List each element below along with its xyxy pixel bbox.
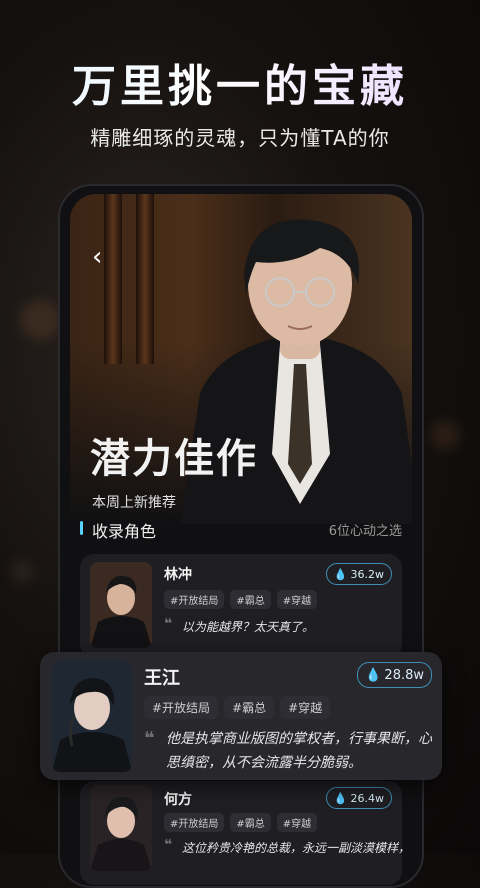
character-quote: 以为能越界？太天真了。: [182, 620, 315, 634]
tag[interactable]: #开放结局: [164, 813, 225, 832]
hero-title: 潜力佳作: [90, 436, 258, 482]
back-button[interactable]: ‹: [92, 244, 102, 270]
tag-list: #开放结局 #霸总 #穿越: [164, 590, 318, 609]
heat-badge: 💧 28.8w: [357, 662, 432, 688]
featured-character-card[interactable]: 王江 💧 28.8w #开放结局 #霸总 #穿越 ❝ 他是执掌商业版图的掌权者，…: [40, 652, 442, 780]
tag[interactable]: #霸总: [230, 590, 271, 609]
bokeh-light: [20, 300, 60, 340]
promo-headline: 万里挑一的宝藏: [0, 50, 480, 114]
character-quote: 这位矜贵冷艳的总裁，永远一副淡漠模样，: [182, 841, 411, 855]
avatar-illustration: [90, 785, 152, 871]
heat-value: 26.4w: [350, 791, 385, 805]
avatar-illustration: [52, 660, 132, 772]
tag[interactable]: #穿越: [276, 813, 318, 832]
tag[interactable]: #开放结局: [164, 590, 225, 609]
character-card[interactable]: 何方 💧 26.4w #开放结局 #霸总 #穿越 ❝ 这位矜贵冷艳的总裁，永远一…: [80, 781, 410, 885]
hero-banner: ‹ 潜力佳作 本周上新推荐: [70, 194, 412, 524]
tag[interactable]: #开放结局: [144, 696, 219, 719]
character-avatar: [90, 785, 152, 871]
heat-value: 28.8w: [384, 667, 424, 683]
heat-value: 36.2w: [350, 567, 385, 581]
character-name: 王江: [144, 668, 180, 689]
character-quote-line-2: 思缜密，从不会流露半分脆弱。: [166, 755, 362, 771]
tag[interactable]: #霸总: [230, 813, 271, 832]
curtain-decoration: [104, 194, 122, 364]
chevron-left-icon: ‹: [92, 242, 103, 272]
droplet-icon: 💧: [333, 567, 348, 581]
section-count: 6位心动之选: [328, 524, 402, 539]
bokeh-light: [430, 420, 460, 450]
character-name: 林冲: [164, 567, 192, 583]
section-title: 收录角色: [92, 522, 157, 541]
character-avatar: [90, 562, 152, 648]
phone-mockup: ‹ 潜力佳作 本周上新推荐 收录角色 6位心动之选 林冲 💧 36.2w #开放…: [58, 184, 424, 888]
character-name: 何方: [164, 792, 192, 808]
section-accent-bar: [80, 521, 83, 535]
quote-mark-icon: ❝: [164, 837, 173, 853]
droplet-icon: 💧: [333, 791, 348, 805]
tag[interactable]: #穿越: [276, 590, 318, 609]
curtain-decoration: [136, 194, 154, 364]
tag-list: #开放结局 #霸总 #穿越: [164, 813, 318, 832]
quote-mark-icon: ❝: [144, 728, 155, 749]
quote-mark-icon: ❝: [164, 616, 173, 632]
heat-badge: 💧 36.2w: [325, 563, 392, 585]
character-avatar: [52, 660, 132, 772]
tag[interactable]: #霸总: [224, 696, 275, 719]
tag-list: #开放结局 #霸总 #穿越: [144, 696, 331, 719]
hero-subtitle: 本周上新推荐: [92, 495, 176, 511]
avatar-illustration: [90, 562, 152, 648]
character-quote-line-1: 他是执掌商业版图的掌权者，行事果断，心: [166, 731, 432, 747]
tag[interactable]: #穿越: [280, 696, 331, 719]
character-card[interactable]: 林冲 💧 36.2w #开放结局 #霸总 #穿越 ❝ 以为能越界？太天真了。: [80, 554, 402, 658]
promo-subline: 精雕细琢的灵魂，只为懂TA的你: [90, 126, 390, 150]
heat-badge: 💧 26.4w: [325, 787, 392, 809]
droplet-icon: 💧: [365, 667, 382, 683]
bokeh-light: [10, 560, 34, 584]
